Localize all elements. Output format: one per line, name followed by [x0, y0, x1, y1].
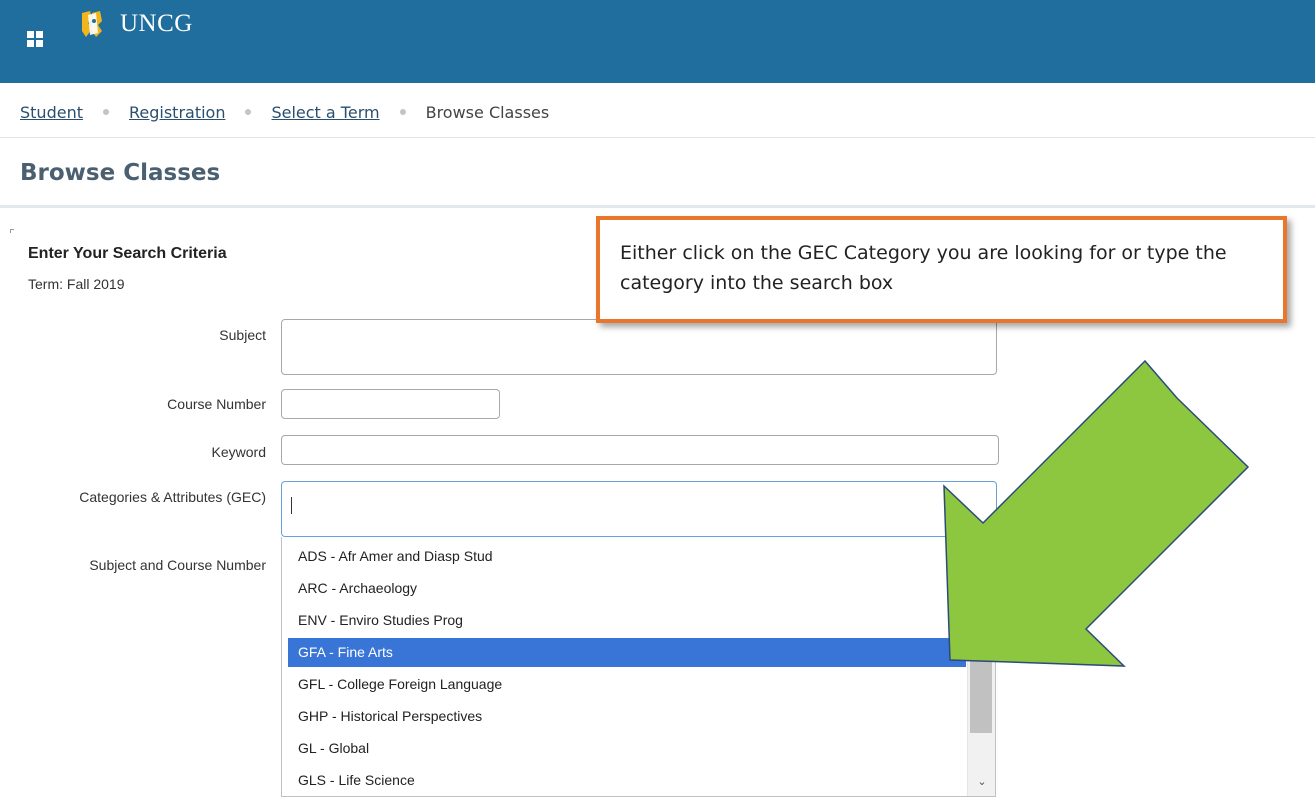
breadcrumb-current: Browse Classes: [425, 102, 550, 122]
scroll-thumb[interactable]: [970, 567, 992, 733]
dropdown-option[interactable]: GLS - Life Science: [288, 766, 966, 795]
subject-label: Subject: [219, 327, 266, 343]
uncg-logo-icon[interactable]: [78, 9, 114, 39]
subject-input[interactable]: [281, 319, 997, 375]
instruction-callout: Either click on the GEC Category you are…: [596, 216, 1287, 323]
form-heading: Enter Your Search Criteria: [28, 245, 227, 262]
breadcrumb: Student Registration Select a Term Brows…: [20, 100, 549, 124]
top-bar: UNCG: [0, 0, 1315, 83]
text-caret: [291, 497, 292, 514]
divider: [0, 137, 1315, 138]
dropdown-option[interactable]: GHP - Historical Perspectives: [288, 702, 966, 731]
breadcrumb-separator: [245, 109, 252, 115]
dropdown-option[interactable]: ENV - Enviro Studies Prog: [288, 606, 966, 635]
dropdown-option[interactable]: GL - Global: [288, 734, 966, 763]
keyword-label: Keyword: [211, 444, 266, 460]
breadcrumb-separator: [102, 109, 109, 115]
dropdown-scrollbar[interactable]: ⌃ ⌄: [967, 537, 995, 796]
logo-text[interactable]: UNCG: [120, 10, 193, 38]
dropdown-option[interactable]: ADS - Afr Amer and Diasp Stud: [288, 542, 966, 571]
app-menu-icon[interactable]: [27, 31, 43, 47]
categories-search-input[interactable]: [281, 481, 997, 537]
categories-label: Categories & Attributes (GEC): [79, 489, 266, 505]
scroll-down-icon[interactable]: ⌄: [968, 773, 995, 791]
categories-dropdown[interactable]: ADS - Afr Amer and Diasp Stud ARC - Arch…: [281, 537, 996, 797]
divider: [0, 205, 1315, 208]
breadcrumb-registration[interactable]: Registration: [129, 103, 225, 122]
dropdown-option-selected[interactable]: GFA - Fine Arts: [288, 638, 966, 667]
scroll-up-icon[interactable]: ⌃: [968, 543, 995, 561]
dropdown-option[interactable]: GFL - College Foreign Language: [288, 670, 966, 699]
course-number-label: Course Number: [167, 396, 266, 412]
dropdown-option[interactable]: ARC - Archaeology: [288, 574, 966, 603]
breadcrumb-select-term[interactable]: Select a Term: [271, 103, 379, 122]
page-title: Browse Classes: [20, 160, 221, 186]
breadcrumb-separator: [399, 109, 406, 115]
corner-mark-icon: [10, 229, 14, 233]
course-number-input[interactable]: [281, 389, 500, 419]
keyword-input[interactable]: [281, 435, 999, 465]
breadcrumb-student[interactable]: Student: [20, 103, 83, 122]
subject-course-label: Subject and Course Number: [89, 557, 266, 573]
term-text: Term: Fall 2019: [28, 276, 125, 292]
